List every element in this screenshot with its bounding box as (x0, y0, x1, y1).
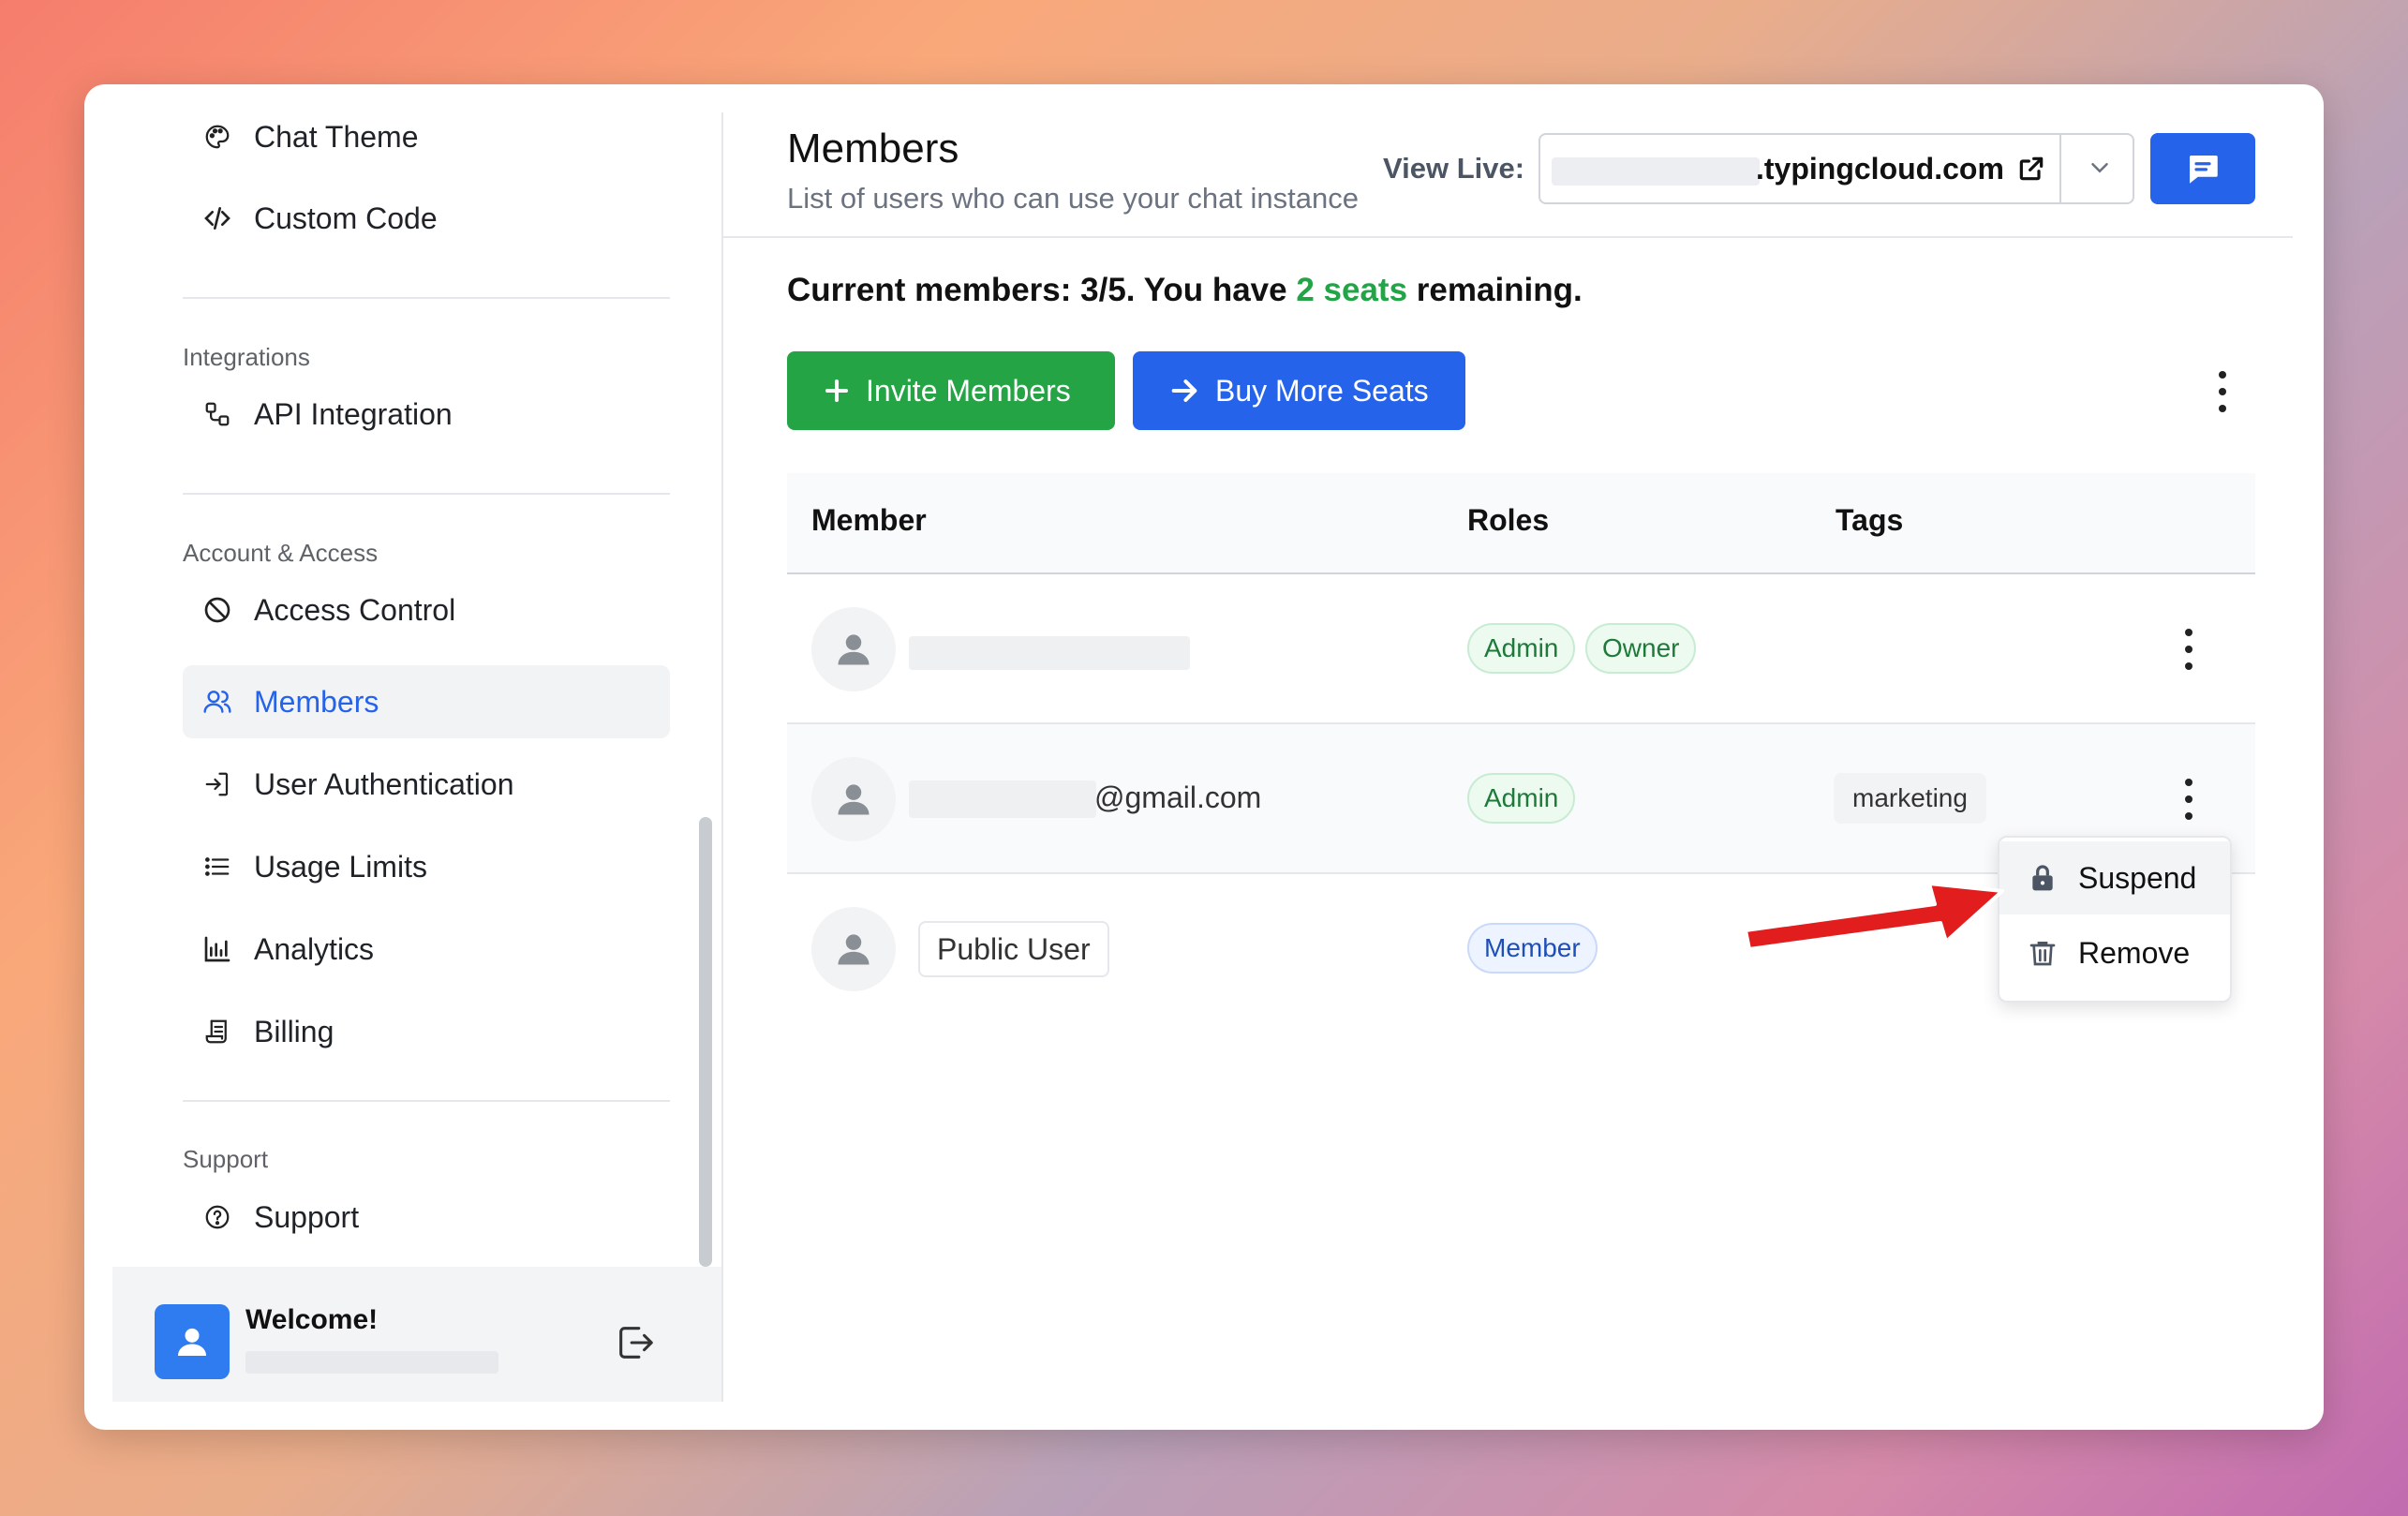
role-badge: Member (1467, 923, 1598, 974)
table-row[interactable]: Admin Owner (787, 574, 2255, 724)
row-options-icon[interactable] (2179, 629, 2198, 670)
redacted-subdomain (1552, 157, 1760, 186)
live-url[interactable]: .typingcloud.com (1756, 152, 2004, 186)
suspend-label: Suspend (2078, 860, 2197, 895)
redacted-email-local (909, 780, 1096, 818)
summary-prefix: Current members: 3/5. You have (787, 272, 1297, 308)
arrow-right-icon (1171, 379, 1197, 402)
invite-members-label: Invite Members (866, 373, 1071, 408)
user-icon (838, 784, 870, 815)
more-options-icon[interactable] (2213, 371, 2232, 412)
login-icon (201, 768, 233, 800)
page-title: Members (787, 126, 959, 171)
section-label-support: Support (183, 1145, 269, 1173)
summary-suffix: remaining. (1407, 272, 1583, 308)
section-label-account: Account & Access (183, 539, 379, 567)
sidebar-item-api-integration[interactable]: API Integration (183, 378, 670, 451)
tag-badge: marketing (1834, 773, 1986, 824)
divider (183, 493, 670, 495)
list-icon (201, 851, 233, 883)
user-avatar (811, 757, 896, 841)
plus-icon (825, 379, 848, 402)
view-live-url-box[interactable]: .typingcloud.com (1538, 133, 2134, 204)
seats-remaining: 2 seats (1296, 272, 1408, 308)
sidebar-scrollbar[interactable] (699, 817, 712, 1267)
help-icon (201, 1201, 233, 1233)
users-icon (201, 686, 233, 718)
section-label-integrations: Integrations (183, 343, 310, 371)
sidebar-item-custom-code[interactable]: Custom Code (183, 182, 670, 255)
members-summary: Current members: 3/5. You have 2 seats r… (787, 272, 1583, 309)
role-badge: Owner (1585, 623, 1697, 674)
bar-chart-icon (201, 933, 233, 965)
receipt-icon (201, 1016, 233, 1048)
header-divider (723, 236, 2293, 238)
column-header-roles[interactable]: Roles (1467, 503, 1549, 538)
sidebar: Chat Theme Custom Code Integrations API … (112, 84, 778, 1402)
user-icon (838, 934, 870, 965)
app-window: Chat Theme Custom Code Integrations API … (84, 84, 2324, 1430)
open-chat-button[interactable] (2150, 133, 2255, 204)
table-header: Member Roles Tags (787, 473, 2255, 574)
divider (183, 1100, 670, 1102)
sidebar-item-user-authentication[interactable]: User Authentication (183, 748, 670, 821)
suspend-menu-item[interactable]: Suspend (1999, 841, 2230, 914)
chevron-down-icon[interactable] (2086, 154, 2116, 184)
view-live-label: View Live: (1383, 152, 1525, 185)
role-badge: Admin (1467, 773, 1576, 824)
row-context-menu: Suspend Remove (1998, 836, 2232, 1003)
user-icon (178, 1328, 206, 1356)
sidebar-item-label: API Integration (254, 396, 453, 431)
invite-members-button[interactable]: Invite Members (787, 351, 1115, 430)
user-avatar (811, 607, 896, 691)
sidebar-item-label: User Authentication (254, 766, 514, 801)
member-name: Public User (918, 921, 1109, 977)
palette-icon (201, 121, 233, 153)
avatar[interactable] (155, 1304, 230, 1379)
chat-icon (2190, 156, 2218, 184)
row-options-icon[interactable] (2179, 779, 2198, 820)
api-icon (201, 398, 233, 430)
trash-icon (2029, 942, 2056, 966)
logout-icon[interactable] (614, 1321, 661, 1368)
buy-more-seats-button[interactable]: Buy More Seats (1133, 351, 1465, 430)
sidebar-item-label: Access Control (254, 592, 456, 627)
redacted-member-name (909, 636, 1190, 670)
sidebar-item-chat-theme[interactable]: Chat Theme (183, 100, 670, 173)
sidebar-item-billing[interactable]: Billing (183, 995, 670, 1068)
url-separator (2059, 135, 2061, 202)
code-icon (201, 202, 233, 234)
user-icon (838, 634, 870, 665)
buy-more-seats-label: Buy More Seats (1215, 373, 1429, 408)
role-badge: Admin (1467, 623, 1576, 674)
member-email: @gmail.com (1094, 780, 1262, 814)
sidebar-item-label: Billing (254, 1014, 334, 1048)
main-content: Members List of users who can use your c… (723, 84, 2324, 1430)
sidebar-item-label: Support (254, 1199, 360, 1234)
welcome-text: Welcome! (245, 1304, 379, 1335)
user-avatar (811, 907, 896, 991)
sidebar-item-label: Custom Code (254, 201, 438, 235)
sidebar-item-label: Chat Theme (254, 119, 419, 154)
annotation-arrow-icon (1744, 882, 2004, 951)
sidebar-item-label: Members (254, 684, 379, 719)
remove-label: Remove (2078, 935, 2191, 970)
divider (183, 297, 670, 299)
redacted-username (245, 1351, 498, 1374)
column-header-member[interactable]: Member (811, 503, 927, 538)
sidebar-item-usage-limits[interactable]: Usage Limits (183, 830, 670, 903)
sidebar-item-access-control[interactable]: Access Control (183, 573, 670, 647)
page-subtitle: List of users who can use your chat inst… (787, 182, 1359, 215)
sidebar-item-analytics[interactable]: Analytics (183, 913, 670, 986)
sidebar-item-label: Analytics (254, 931, 375, 966)
lock-icon (2032, 865, 2053, 891)
sidebar-item-support[interactable]: Support (183, 1181, 670, 1254)
column-header-tags[interactable]: Tags (1836, 503, 1903, 538)
sidebar-item-label: Usage Limits (254, 849, 427, 884)
sidebar-item-members[interactable]: Members (183, 665, 670, 738)
external-link-icon[interactable] (2016, 154, 2048, 186)
block-icon (201, 594, 233, 626)
remove-menu-item[interactable]: Remove (1999, 916, 2230, 989)
